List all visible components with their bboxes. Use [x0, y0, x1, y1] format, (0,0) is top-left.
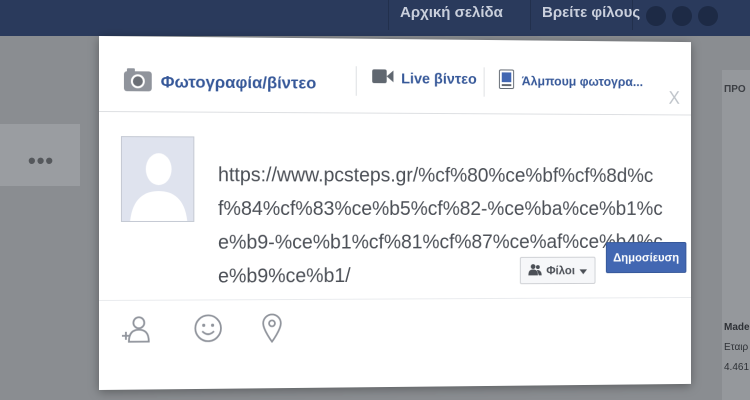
sidebar-text: Made: [724, 322, 750, 333]
album-icon: [499, 69, 514, 92]
nav-separator: [388, 0, 389, 30]
nav-separator: [530, 0, 531, 30]
location-pin-icon[interactable]: [255, 311, 288, 345]
sidebar-text: Εταιρ: [724, 342, 749, 353]
sidebar-text: 4.461: [724, 362, 750, 373]
right-sidebar: ΠΡΟ Made Εταιρ 4.461: [722, 70, 750, 400]
audience-selector[interactable]: Φίλοι: [519, 256, 596, 285]
camera-icon: [123, 66, 153, 97]
tab-live-video[interactable]: Live βίντεο: [372, 68, 477, 88]
video-camera-icon: [372, 68, 394, 88]
tab-live-video-label: Live βίντεο: [401, 70, 477, 88]
composer-tabs: Φωτογραφία/βίντεο Live βίντεο Άλμπουμ φω…: [99, 36, 692, 116]
notifications-icon[interactable]: [698, 6, 718, 26]
friends-icon: [528, 263, 542, 278]
tab-photo-video-label: Φωτογραφία/βίντεο: [160, 72, 317, 93]
tab-separator: [355, 66, 357, 96]
avatar: [120, 136, 195, 222]
tab-photo-album[interactable]: Άλμπουμ φωτογρα...: [499, 69, 643, 93]
friend-requests-icon[interactable]: [646, 6, 666, 26]
nav-home-link[interactable]: Αρχική σελίδα: [400, 4, 503, 21]
post-text-input[interactable]: https://www.pcsteps.gr/%cf%80%ce%bf%cf%8…: [218, 158, 673, 293]
nav-separator: [632, 0, 633, 30]
close-button[interactable]: X: [669, 88, 680, 108]
footer-divider: [99, 297, 692, 301]
smiley-icon[interactable]: [191, 311, 225, 345]
tab-photo-album-label: Άλμπουμ φωτογρα...: [521, 73, 644, 90]
nav-find-friends-link[interactable]: Βρείτε φίλους: [542, 4, 640, 21]
tag-friends-icon[interactable]: [119, 312, 153, 346]
default-profile-icon: [121, 137, 195, 222]
tab-separator: [483, 67, 485, 97]
caret-down-icon: [579, 264, 588, 278]
post-composer-dialog: Φωτογραφία/βίντεο Live βίντεο Άλμπουμ φω…: [99, 36, 692, 390]
audience-label: Φίλοι: [546, 263, 575, 278]
messages-icon[interactable]: [672, 6, 692, 26]
sidebar-heading: ΠΡΟ: [724, 84, 746, 95]
post-button[interactable]: Δημοσίευση: [605, 241, 687, 274]
top-navigation-bar: Αρχική σελίδα Βρείτε φίλους: [0, 0, 750, 36]
more-options-icon[interactable]: •••: [28, 148, 54, 174]
tab-photo-video[interactable]: Φωτογραφία/βίντεο: [123, 66, 316, 98]
